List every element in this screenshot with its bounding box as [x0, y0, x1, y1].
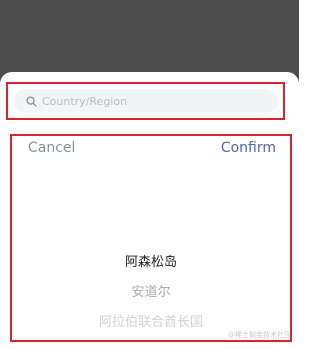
picker-item[interactable]: 安道尔 — [12, 278, 290, 308]
search-icon — [22, 92, 40, 110]
page: Cancel Confirm 阿森松岛 安道尔 阿拉伯联合酋长国 @稀土掘金技术… — [0, 0, 299, 349]
search-section — [6, 82, 285, 120]
region-picker: Cancel Confirm 阿森松岛 安道尔 阿拉伯联合酋长国 — [10, 134, 292, 342]
picker-item-selected[interactable]: 阿森松岛 — [12, 248, 290, 278]
dimmed-overlay[interactable] — [0, 0, 299, 82]
picker-list[interactable]: 阿森松岛 安道尔 阿拉伯联合酋长国 — [12, 248, 290, 338]
search-input[interactable] — [42, 94, 252, 108]
search-bar[interactable] — [14, 89, 278, 113]
watermark: @稀土掘金技术社区 — [228, 331, 291, 339]
picker-toolbar: Cancel Confirm — [12, 140, 290, 162]
confirm-button[interactable]: Confirm — [221, 140, 276, 156]
cancel-button[interactable]: Cancel — [28, 140, 75, 156]
